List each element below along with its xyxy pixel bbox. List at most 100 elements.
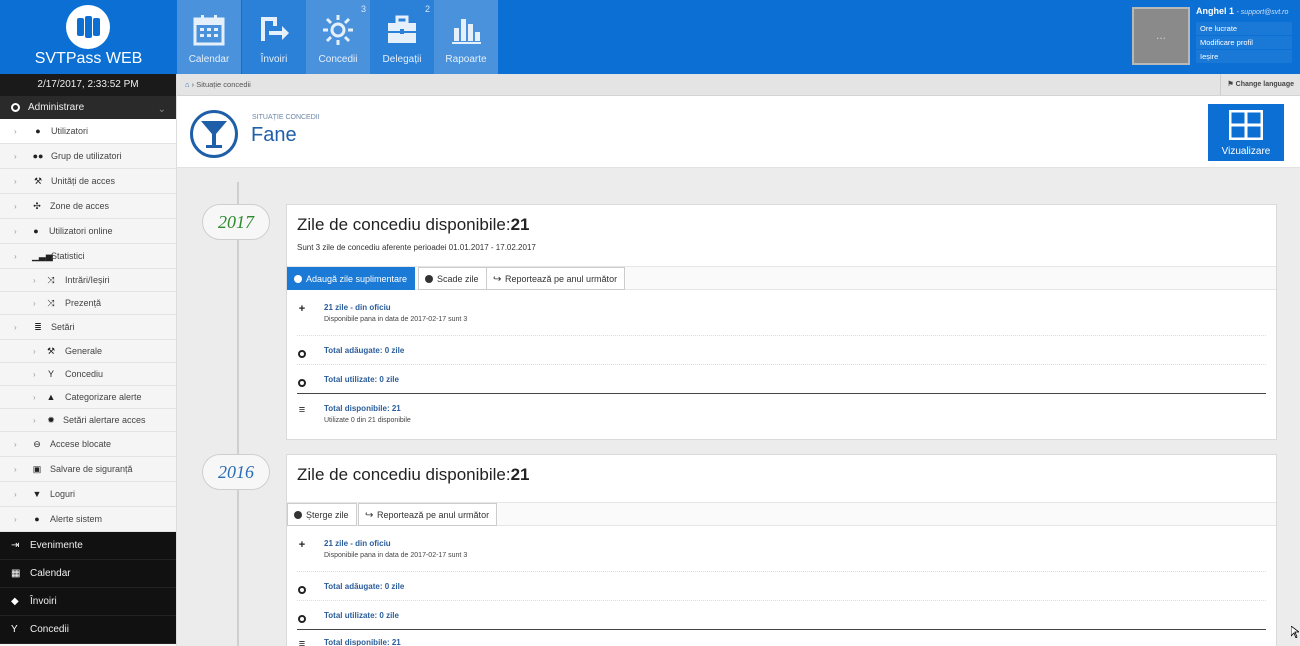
sidebar-section-administrare[interactable]: Administrare ⌄	[0, 96, 176, 119]
wrench-icon: ⚒	[46, 346, 56, 356]
delete-days-button[interactable]: Șterge zile	[287, 503, 357, 526]
row-title[interactable]: Total utilizate: 0 zile	[324, 611, 399, 620]
sidebar-item-grup[interactable]: › ●● Grup de utilizatori	[0, 144, 176, 169]
users-icon: ●●	[32, 151, 44, 161]
section-label: Administrare	[28, 102, 85, 113]
sidebar-invoiri[interactable]: ◆ Învoiri	[0, 588, 176, 616]
row-title[interactable]: 21 zile - din oficiu	[324, 303, 391, 312]
nav-label: Rapoarte	[445, 54, 487, 65]
sidebar-item-concediu[interactable]: › Y Concediu	[0, 363, 176, 386]
mouse-cursor-icon	[1291, 626, 1299, 638]
sidebar-item-label: Evenimente	[30, 540, 83, 551]
row-title[interactable]: Total adăugate: 0 zile	[324, 582, 404, 591]
subtract-days-button[interactable]: Scade zile	[418, 267, 487, 290]
carry-over-button[interactable]: ↪ Reportează pe anul următor	[486, 267, 626, 290]
nav-concedii[interactable]: 3 Concedii	[306, 0, 370, 74]
sidebar-item-setari-alertare[interactable]: › ✹ Setări alertare acces	[0, 409, 176, 432]
briefcase-icon	[388, 15, 416, 43]
row-title[interactable]: Total adăugate: 0 zile	[324, 346, 404, 355]
nav-rapoarte[interactable]: Rapoarte	[434, 0, 498, 74]
nav-count: 2	[424, 4, 430, 14]
sidebar-item-utilizatori[interactable]: › ● Utilizatori	[0, 119, 176, 144]
row-title[interactable]: Total disponibile: 21	[324, 404, 401, 413]
share-icon: ↪	[365, 510, 374, 521]
panel-note: Sunt 3 zile de concediu aferente perioad…	[297, 243, 536, 252]
nav-calendar[interactable]: Calendar	[177, 0, 241, 74]
sidebar-item-zone[interactable]: › ✣ Zone de acces	[0, 194, 176, 219]
sidebar-item-unitati[interactable]: › ⚒ Unități de acces	[0, 169, 176, 194]
nav-count: 3	[360, 4, 366, 14]
sidebar-item-setari[interactable]: › ≣ Setări	[0, 315, 176, 340]
sidebar-item-salvare[interactable]: › ▣ Salvare de siguranță	[0, 457, 176, 482]
sidebar-item-statistici[interactable]: › ▁▃▅ Statistici	[0, 244, 176, 269]
menu-modificare-profil[interactable]: Modificare profil	[1196, 36, 1292, 49]
sidebar-item-label: Statistici	[51, 251, 85, 261]
minus-circle-icon	[298, 379, 306, 387]
sidebar-item-loguri[interactable]: › ▼ Loguri	[0, 482, 176, 507]
sidebar-item-label: Utilizatori online	[49, 226, 113, 236]
plus-circle-icon	[294, 275, 302, 283]
page-title: Fane	[251, 124, 297, 146]
sidebar-concedii[interactable]: Y Concedii	[0, 616, 176, 644]
flag-icon: ⚑	[1227, 81, 1234, 88]
list-icon: ≡	[298, 638, 306, 646]
gear-icon: ✹	[47, 415, 55, 425]
nav-invoiri[interactable]: Învoiri	[242, 0, 306, 74]
sidebar-evenimente[interactable]: ⇥ Evenimente	[0, 532, 176, 560]
user-email: - support@svt.ro	[1236, 9, 1289, 16]
shuffle-icon: ⤨	[47, 298, 55, 308]
user-box: ... Anghel 1 - support@svt.ro Ore lucrat…	[1132, 6, 1292, 66]
calendar-icon	[193, 15, 225, 46]
nav-label: Învoiri	[260, 54, 288, 65]
available-days: 21	[510, 215, 530, 234]
tag-icon: ◆	[11, 596, 19, 607]
sun-icon	[323, 15, 353, 45]
divider	[297, 335, 1266, 336]
sidebar-item-utilizatori-online[interactable]: › ● Utilizatori online	[0, 219, 176, 244]
logo-icon	[66, 5, 110, 49]
sidebar-item-intrari[interactable]: › ⤨ Intrări/Ieșiri	[0, 269, 176, 292]
sidebar-item-label: Grup de utilizatori	[51, 151, 122, 161]
minus-circle-icon	[294, 511, 302, 519]
row-subtext: Disponibile pana in data de 2017-02-17 s…	[324, 316, 468, 323]
avatar[interactable]: ...	[1132, 7, 1190, 65]
add-days-button[interactable]: Adaugă zile suplimentare	[287, 267, 416, 290]
menu-ore-lucrate[interactable]: Ore lucrate	[1196, 22, 1292, 35]
shuffle-icon: ⤨	[47, 275, 55, 285]
sidebar-item-alerte[interactable]: › ● Alerte sistem	[0, 507, 176, 532]
sidebar-item-label: Alerte sistem	[50, 514, 103, 524]
divider	[297, 571, 1266, 572]
gear-icon	[11, 103, 20, 112]
page-header: SITUAȚIE CONCEDII Fane Vizualizare	[177, 96, 1300, 168]
year-panel-2016: Zile de concediu disponibile:21 Șterge z…	[286, 454, 1277, 646]
change-language-button[interactable]: ⚑ Change language	[1220, 74, 1300, 95]
sidebar-item-label: Concediu	[65, 369, 104, 379]
sidebar-item-label: Accese blocate	[50, 439, 112, 449]
sidebar-item-categorizare[interactable]: › ▲ Categorizare alerte	[0, 386, 176, 409]
sidebar-calendar[interactable]: ▦ Calendar	[0, 560, 176, 588]
button-bar: Adaugă zile suplimentare Scade zile ↪ Rep…	[287, 266, 1276, 290]
minus-circle-icon	[298, 615, 306, 623]
sidebar-item-accese-blocate[interactable]: › ⊖ Accese blocate	[0, 432, 176, 457]
available-days: 21	[510, 465, 530, 484]
row-title[interactable]: 21 zile - din oficiu	[324, 539, 391, 548]
divider	[297, 364, 1266, 365]
row-title[interactable]: Total disponibile: 21	[324, 638, 401, 646]
row-title[interactable]: Total utilizate: 0 zile	[324, 375, 399, 384]
nav-delegatii[interactable]: 2 Delegații	[370, 0, 434, 74]
breadcrumb: ⌂ › Situație concedii ⚑ Change language	[177, 74, 1300, 96]
plus-circle-icon	[298, 350, 306, 358]
save-icon: ▣	[32, 464, 42, 474]
sidebar-item-label: Setări	[51, 322, 75, 332]
sidebar-item-label: Concedii	[30, 624, 69, 635]
sidebar-item-generale[interactable]: › ⚒ Generale	[0, 340, 176, 363]
home-icon[interactable]: ⌂	[185, 80, 190, 89]
vizualizare-button[interactable]: Vizualizare	[1208, 104, 1284, 161]
user-name-line: Anghel 1 - support@svt.ro	[1196, 6, 1288, 16]
share-icon: ↪	[493, 274, 502, 285]
brand[interactable]: SVTPass WEB	[0, 0, 177, 74]
sidebar-item-prezenta[interactable]: › ⤨ Prezență	[0, 292, 176, 315]
carry-over-button[interactable]: ↪ Reportează pe anul următor	[358, 503, 498, 526]
menu-iesire[interactable]: Ieșire	[1196, 50, 1292, 63]
sidebar-item-label: Prezență	[65, 298, 102, 308]
